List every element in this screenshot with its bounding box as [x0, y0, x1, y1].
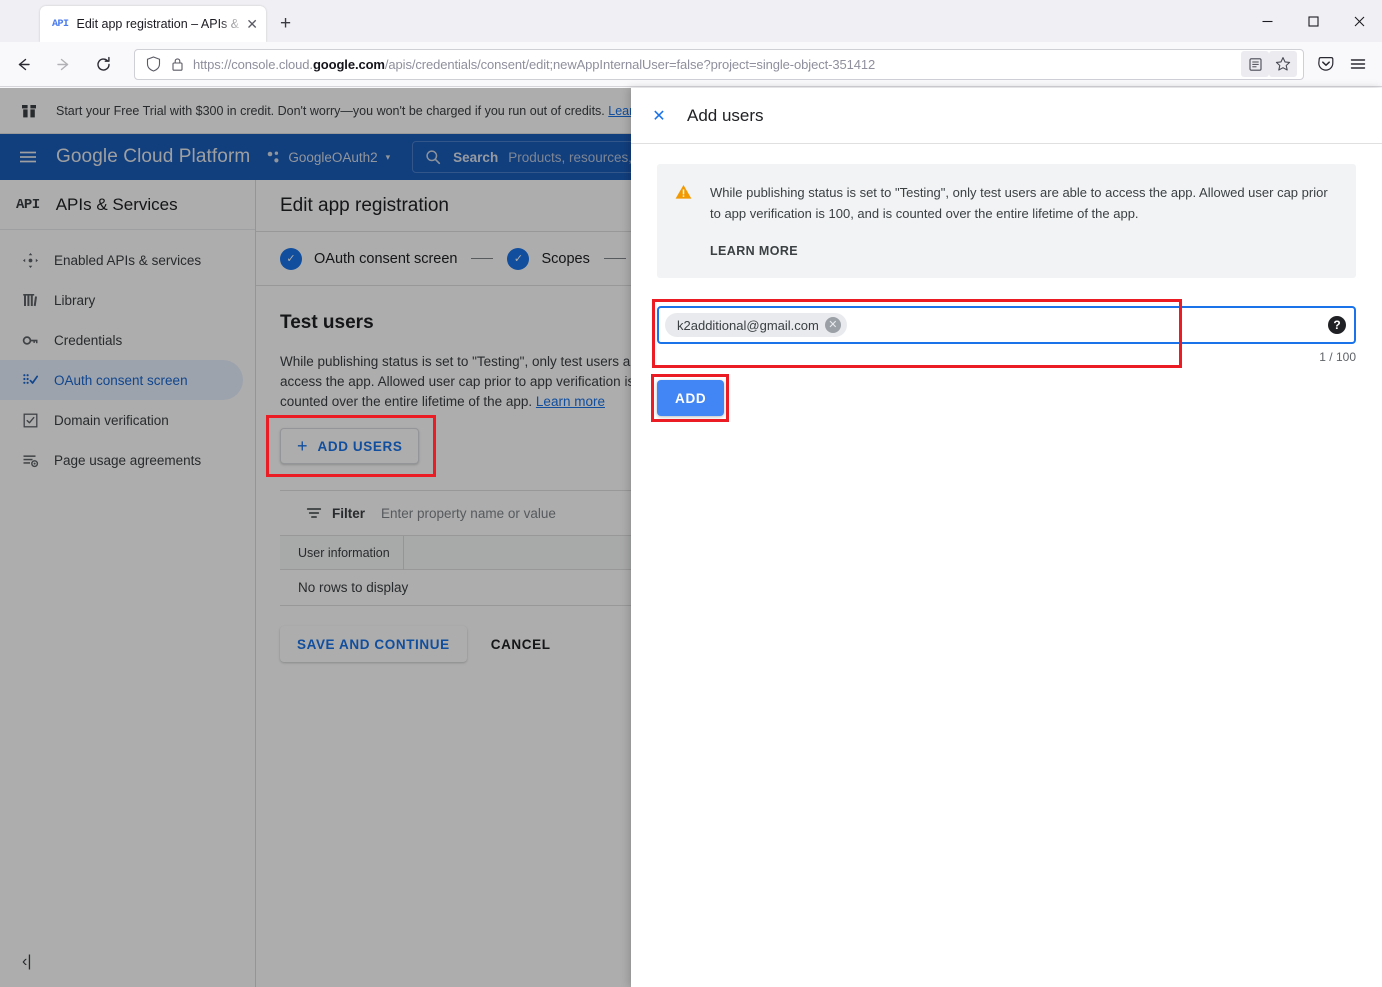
step-done-check-icon: ✓	[280, 247, 302, 270]
help-icon[interactable]: ?	[1328, 316, 1346, 334]
search-icon	[425, 149, 441, 165]
search-label: Search	[453, 149, 499, 165]
tab-favicon-api: API	[52, 18, 69, 30]
stepper-step-label: OAuth consent screen	[314, 250, 458, 267]
sidebar-item-label: Domain verification	[54, 412, 169, 428]
remove-chip-icon[interactable]: ✕	[824, 317, 841, 333]
sidebar-item-label: Page usage agreements	[54, 452, 202, 468]
stepper-divider	[471, 258, 494, 259]
back-icon[interactable]	[6, 49, 40, 79]
sidebar-item-credentials[interactable]: Credentials	[0, 320, 243, 360]
save-and-continue-button[interactable]: SAVE AND CONTINUE	[280, 626, 467, 662]
new-tab-button[interactable]: +	[280, 14, 291, 33]
tab-strip: API Edit app registration – APIs & Se ✕ …	[0, 0, 1382, 42]
collapse-sidebar-button[interactable]: ‹|	[0, 937, 256, 987]
free-trial-banner-text: Start your Free Trial with $300 in credi…	[56, 104, 672, 118]
project-selector[interactable]: GoogleOAuth2 ▾	[266, 150, 390, 165]
project-icon	[266, 150, 281, 165]
stepper-step-oauth-consent-screen[interactable]: ✓ OAuth consent screen	[280, 247, 458, 270]
add-users-button-label: ADD USERS	[317, 438, 403, 454]
stepper-step-scopes[interactable]: ✓ Scopes	[507, 247, 590, 270]
bookmark-star-icon[interactable]	[1269, 51, 1297, 77]
panel-header: ✕ Add users	[631, 88, 1382, 144]
testing-status-notice: While publishing status is set to "Testi…	[657, 164, 1356, 278]
close-icon[interactable]: ✕	[246, 17, 258, 31]
sidebar: API APIs & Services Enabled APIs & servi…	[0, 180, 256, 987]
browser-window: API Edit app registration – APIs & Se ✕ …	[0, 0, 1382, 987]
stepper-divider	[603, 258, 626, 259]
sidebar-item-label: OAuth consent screen	[54, 372, 188, 388]
page-agreement-icon	[22, 452, 54, 469]
sidebar-list: Enabled APIs & services Library Credenti…	[0, 230, 255, 480]
gift-icon	[20, 102, 46, 120]
add-users-panel: ✕ Add users While publishing status is s…	[631, 88, 1382, 987]
sidebar-item-label: Library	[54, 292, 96, 308]
sidebar-header: API APIs & Services	[0, 180, 255, 230]
email-chip-field-wrap: k2additional@gmail.com ✕ ? 1 / 100	[652, 299, 1356, 368]
tracking-protection-shield-icon[interactable]	[141, 56, 165, 72]
email-chip[interactable]: k2additional@gmail.com ✕	[665, 313, 847, 337]
window-controls	[1244, 0, 1382, 42]
reload-icon[interactable]	[86, 49, 120, 79]
notice-body: While publishing status is set to "Testi…	[710, 182, 1336, 258]
email-chip-label: k2additional@gmail.com	[677, 317, 819, 333]
address-bar[interactable]: https://console.cloud.google.com/apis/cr…	[134, 48, 1304, 80]
step-done-check-icon: ✓	[507, 247, 530, 270]
user-count-label: 1 / 100	[1319, 350, 1356, 364]
api-grid-icon	[22, 252, 54, 269]
table-column-user-information: User information	[280, 535, 404, 570]
add-users-button-wrap: + ADD USERS	[266, 415, 436, 477]
email-input[interactable]: k2additional@gmail.com ✕ ?	[657, 306, 1356, 344]
url-text: https://console.cloud.google.com/apis/cr…	[193, 56, 876, 72]
browser-tab[interactable]: API Edit app registration – APIs & Se ✕	[40, 6, 266, 42]
sidebar-item-enabled-apis[interactable]: Enabled APIs & services	[0, 240, 243, 280]
sidebar-item-label: Enabled APIs & services	[54, 252, 202, 268]
lock-icon[interactable]	[165, 57, 189, 72]
free-trial-text: Start your Free Trial with $300 in credi…	[56, 103, 605, 118]
sidebar-item-label: Credentials	[54, 332, 123, 348]
stepper-step-label: Scopes	[541, 250, 590, 267]
close-window-icon[interactable]	[1336, 0, 1382, 42]
nav-menu-icon[interactable]	[0, 147, 56, 167]
section-learn-more-link[interactable]: Learn more	[536, 394, 605, 409]
save-to-pocket-icon[interactable]	[1310, 49, 1342, 79]
panel-title: Add users	[687, 105, 764, 125]
panel-body: While publishing status is set to "Testi…	[631, 144, 1382, 422]
close-icon[interactable]: ✕	[631, 106, 687, 126]
filter-icon	[306, 505, 322, 521]
chevron-down-icon: ▾	[385, 151, 391, 162]
project-name: GoogleOAuth2	[288, 149, 378, 165]
filter-label: Filter	[332, 505, 366, 521]
filter-input-placeholder[interactable]: Enter property name or value	[381, 506, 556, 521]
minimize-icon[interactable]	[1244, 0, 1290, 42]
add-users-button[interactable]: + ADD USERS	[280, 428, 420, 464]
maximize-icon[interactable]	[1290, 0, 1336, 42]
library-icon	[22, 292, 54, 309]
add-button-wrap: ADD	[651, 374, 729, 422]
sidebar-item-library[interactable]: Library	[0, 280, 243, 320]
hamburger-menu-icon[interactable]	[1342, 49, 1374, 79]
oauth-consent-icon	[22, 372, 54, 389]
sidebar-item-domain-verification[interactable]: Domain verification	[0, 400, 243, 440]
notice-learn-more-button[interactable]: LEARN MORE	[710, 244, 1336, 258]
sidebar-item-oauth-consent-screen[interactable]: OAuth consent screen	[0, 360, 243, 400]
warning-triangle-icon	[675, 184, 692, 205]
forward-icon	[46, 49, 80, 79]
plus-icon: +	[297, 436, 308, 456]
browser-toolbar-right	[1310, 49, 1382, 79]
sidebar-item-page-usage-agreements[interactable]: Page usage agreements	[0, 440, 243, 480]
api-badge: API	[16, 196, 40, 213]
sidebar-title: APIs & Services	[55, 194, 178, 214]
notice-text: While publishing status is set to "Testi…	[710, 185, 1328, 221]
check-square-icon	[22, 412, 54, 429]
key-icon	[22, 332, 54, 349]
tab-title: Edit app registration – APIs & Se	[76, 17, 245, 31]
gcp-brand-title[interactable]: Google Cloud Platform	[56, 146, 250, 168]
add-button[interactable]: ADD	[657, 380, 725, 416]
navigation-toolbar: https://console.cloud.google.com/apis/cr…	[0, 42, 1382, 87]
cancel-button[interactable]: CANCEL	[475, 626, 567, 662]
reader-view-icon[interactable]	[1241, 51, 1269, 77]
